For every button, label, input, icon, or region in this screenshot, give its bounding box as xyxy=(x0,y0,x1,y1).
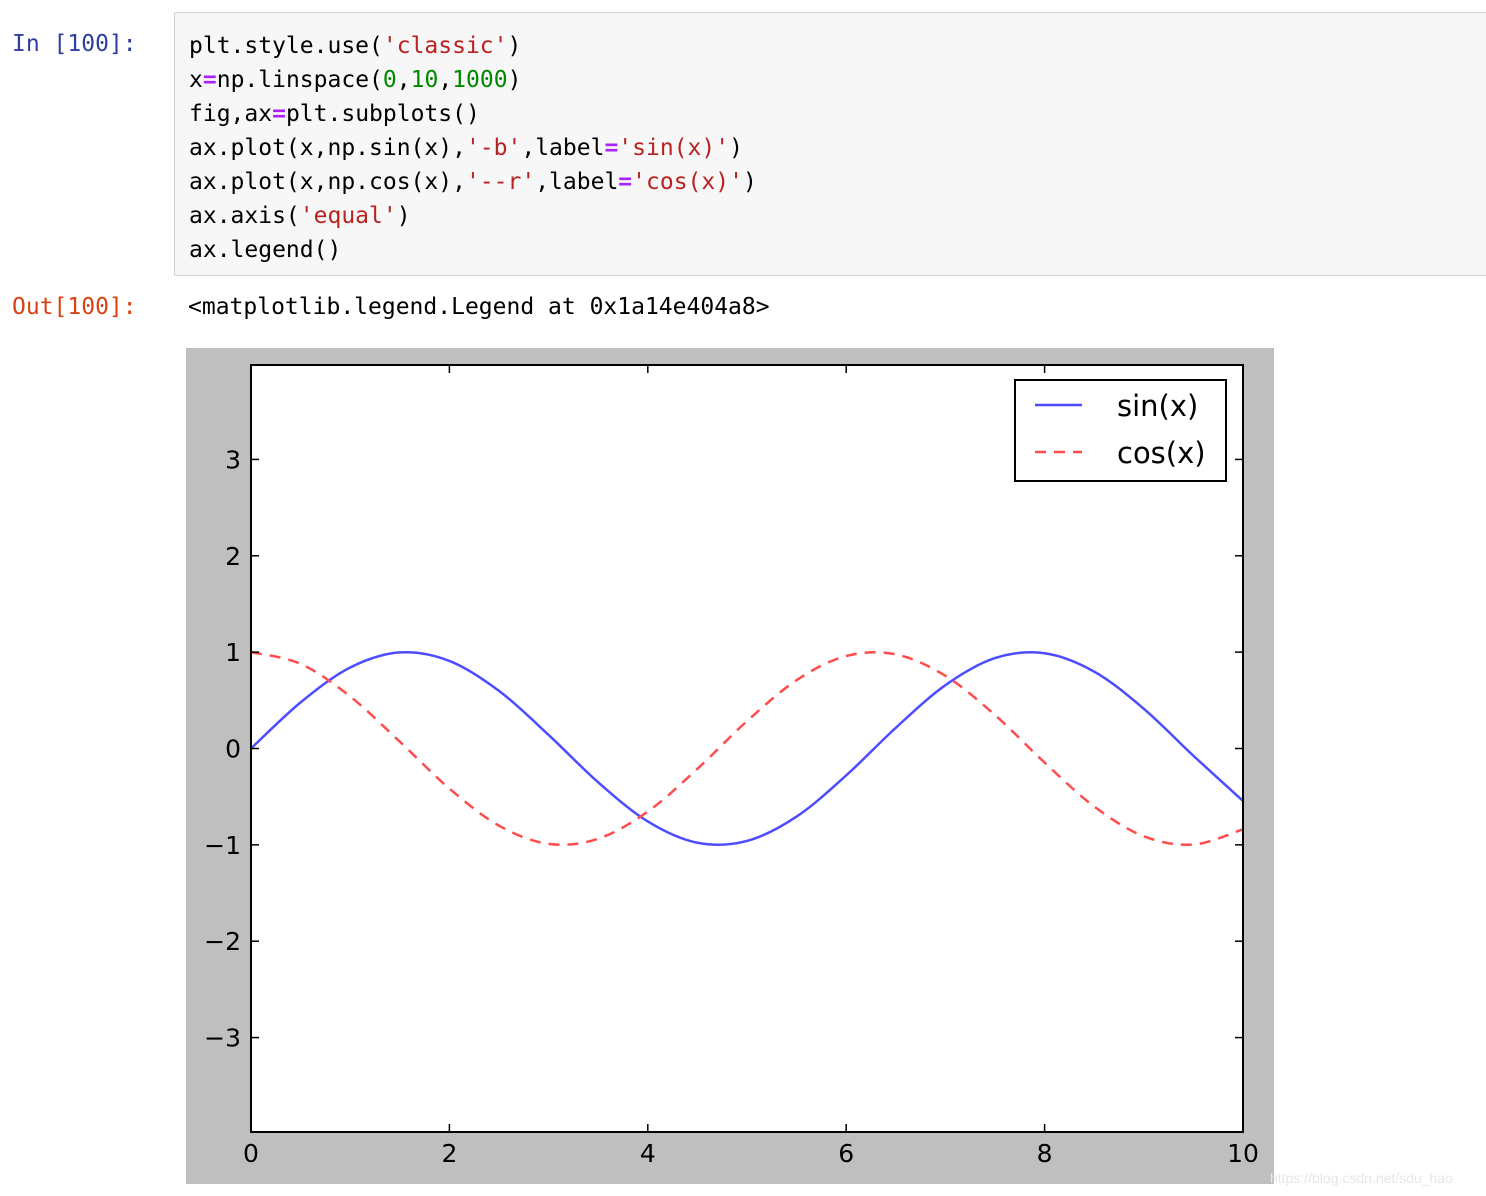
code-token: ) xyxy=(507,67,522,93)
code-token: ax.plot(x,np.cos(x), xyxy=(189,169,466,195)
code-token: 'classic' xyxy=(382,33,508,59)
code-token: ax.axis( xyxy=(189,203,300,229)
y-tick-label: 0 xyxy=(225,735,241,764)
x-tick-label: 10 xyxy=(1227,1139,1259,1168)
x-tick-label: 4 xyxy=(640,1139,656,1168)
y-tick-label: 2 xyxy=(225,542,241,571)
code-token: , xyxy=(396,67,411,93)
legend-cos-label: cos(x) xyxy=(1117,436,1206,470)
legend-sin-label: sin(x) xyxy=(1117,389,1198,423)
watermark-text: https://blog.csdn.net/sdu_hao xyxy=(1270,1170,1453,1186)
code-token: '-b' xyxy=(465,135,522,161)
code-token: np.linspace( xyxy=(216,67,383,93)
code-token: = xyxy=(618,169,633,195)
code-line: ax.plot(x,np.sin(x),'-b',label='sin(x)') xyxy=(189,131,757,165)
code-line: ax.legend() xyxy=(189,233,757,267)
y-tick-label: −2 xyxy=(204,927,241,956)
code-token: ) xyxy=(507,33,522,59)
output-text: <matplotlib.legend.Legend at 0x1a14e404a… xyxy=(188,294,770,320)
output-prompt: Out[100]: xyxy=(12,294,137,320)
code-token: ,label xyxy=(521,135,605,161)
x-tick-label: 6 xyxy=(838,1139,854,1168)
x-tick-label: 8 xyxy=(1037,1139,1053,1168)
code-token: plt.style.use( xyxy=(189,33,383,59)
input-prompt: In [100]: xyxy=(12,31,137,57)
code-line: ax.plot(x,np.cos(x),'--r',label='cos(x)'… xyxy=(189,165,757,199)
code-token: 'cos(x)' xyxy=(632,169,743,195)
code-token: 0 xyxy=(382,67,397,93)
code-token: , xyxy=(438,67,453,93)
y-tick-label: 3 xyxy=(225,445,241,474)
x-tick-label: 0 xyxy=(243,1139,259,1168)
code-token: 'equal' xyxy=(299,203,397,229)
code-token: ,label xyxy=(535,169,619,195)
code-token: x xyxy=(189,67,203,93)
code-line: ax.axis('equal') xyxy=(189,199,757,233)
code-cell[interactable]: plt.style.use('classic') x=np.linspace(0,… xyxy=(174,12,1486,276)
legend: sin(x) cos(x) xyxy=(1014,379,1227,482)
code-token: ) xyxy=(742,169,757,195)
y-tick-label: 1 xyxy=(225,638,241,667)
code-token: ax.plot(x,np.sin(x), xyxy=(189,135,466,161)
y-tick-label: −1 xyxy=(204,831,241,860)
code-token: ) xyxy=(729,135,743,161)
code-token: plt.subplots() xyxy=(285,101,480,127)
x-tick-label: 2 xyxy=(441,1139,457,1168)
code-token: = xyxy=(202,67,217,93)
code-token: 1000 xyxy=(452,67,508,93)
code-token: ax.legend() xyxy=(189,237,342,263)
code-token: 10 xyxy=(410,67,439,93)
code-token: = xyxy=(272,101,286,127)
code-token: ) xyxy=(396,203,411,229)
code-line: plt.style.use('classic') xyxy=(189,29,757,63)
y-tick-label: −3 xyxy=(204,1024,241,1053)
code-token: 'sin(x)' xyxy=(618,135,730,161)
code-token: = xyxy=(604,135,619,161)
code-editor[interactable]: plt.style.use('classic') x=np.linspace(0,… xyxy=(189,29,757,267)
chart-figure: 0 2 4 6 8 103210−1−2−3 sin(x) cos(x) xyxy=(186,348,1274,1184)
code-token: '--r' xyxy=(465,169,536,195)
code-token: fig,ax xyxy=(189,101,273,127)
code-line: x=np.linspace(0,10,1000) xyxy=(189,63,757,97)
code-line: fig,ax=plt.subplots() xyxy=(189,97,757,131)
